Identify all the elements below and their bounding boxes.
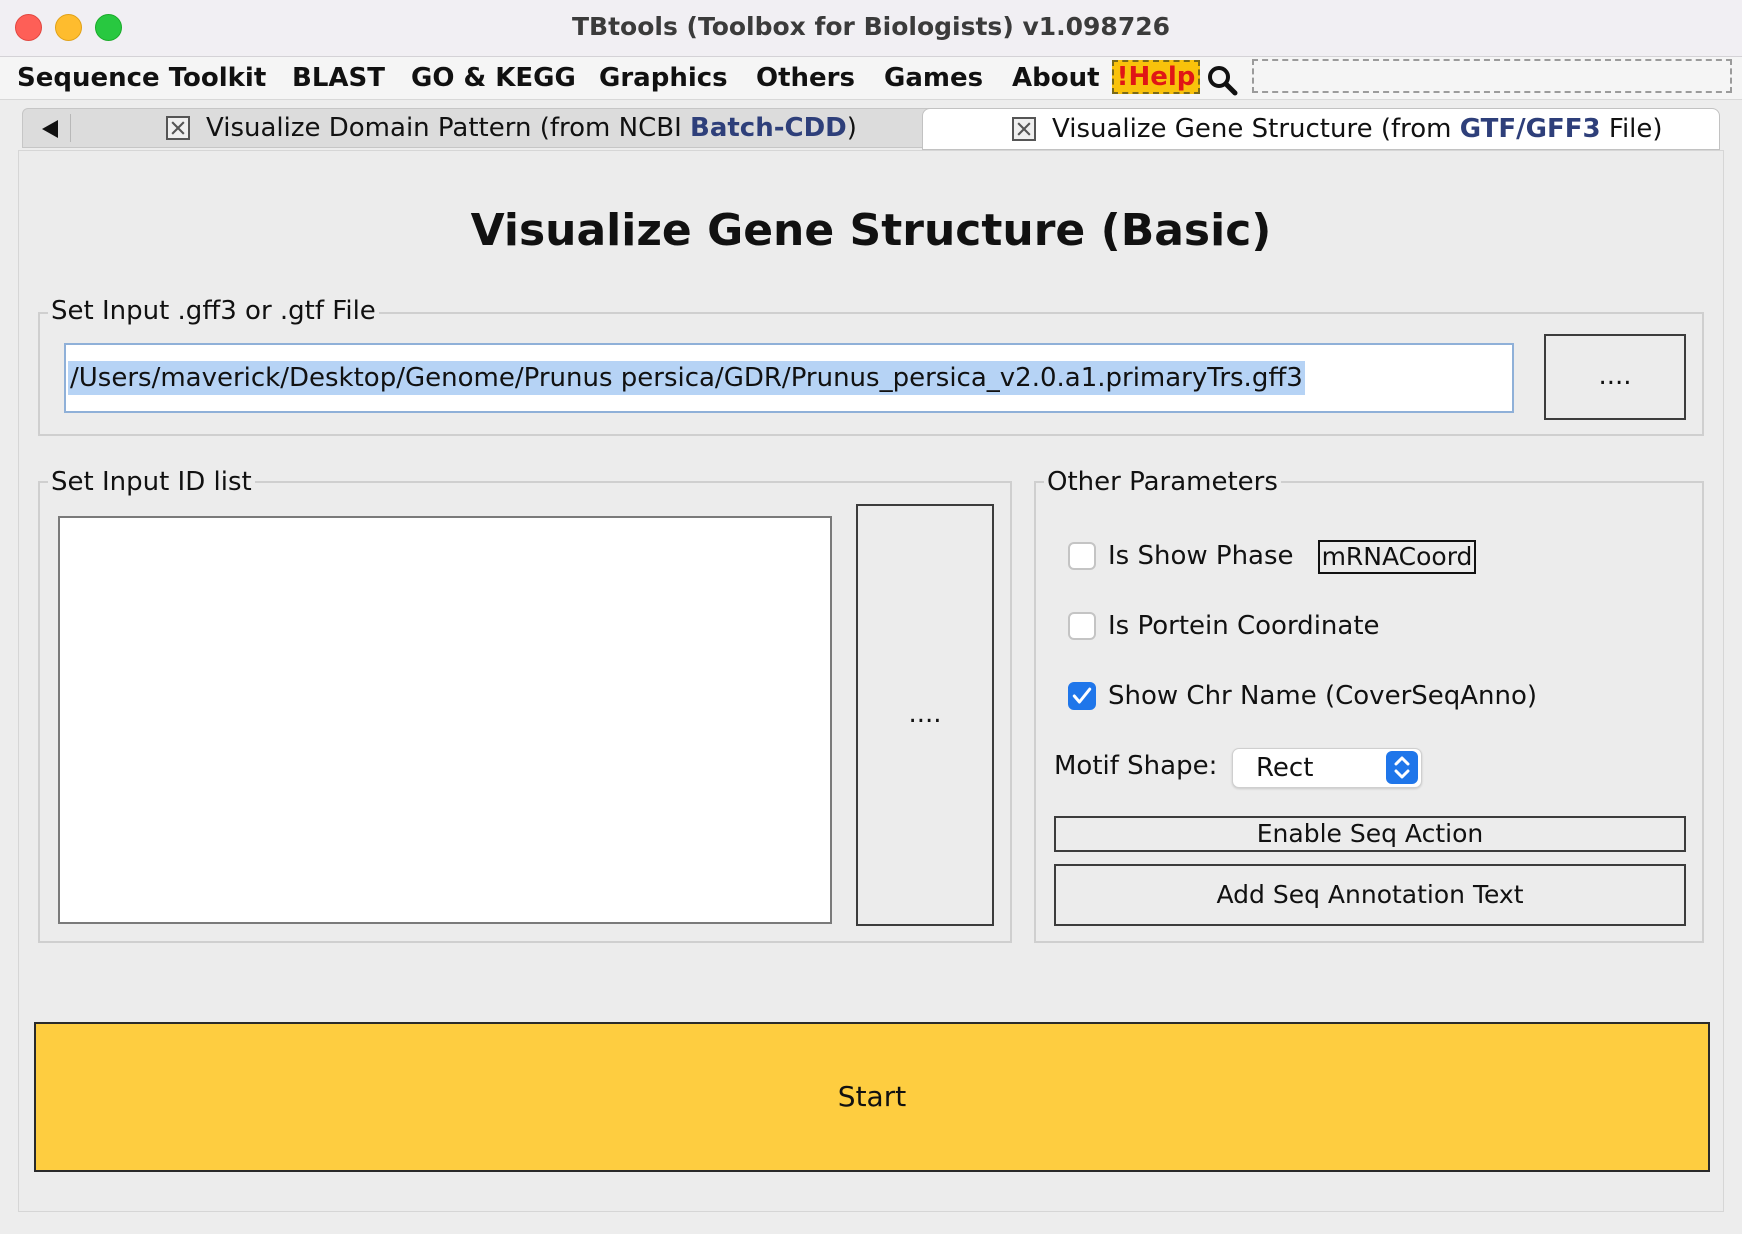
menu-games[interactable]: Games: [884, 57, 983, 99]
id-list-legend: Set Input ID list: [48, 467, 255, 497]
menu-others[interactable]: Others: [756, 57, 855, 99]
show-chr-name-label: Show Chr Name (CoverSeqAnno): [1108, 681, 1538, 711]
motif-shape-label: Motif Shape:: [1054, 751, 1218, 781]
show-chr-name-checkbox[interactable]: [1068, 682, 1096, 710]
start-button[interactable]: Start: [34, 1022, 1710, 1172]
input-file-legend: Set Input .gff3 or .gtf File: [48, 296, 379, 326]
chevron-up-down-icon[interactable]: [1386, 751, 1418, 784]
enable-seq-action-button[interactable]: Enable Seq Action: [1054, 816, 1686, 852]
menu-about[interactable]: About: [1012, 57, 1100, 99]
mrna-coord-field[interactable]: mRNACoord: [1318, 540, 1476, 574]
menu-graphics[interactable]: Graphics: [599, 57, 728, 99]
title-bar: TBtools (Toolbox for Biologists) v1.0987…: [0, 0, 1742, 57]
app-window: TBtools (Toolbox for Biologists) v1.0987…: [0, 0, 1742, 1234]
tab-domain-pattern-label[interactable]: Visualize Domain Pattern (from NCBI Batc…: [206, 108, 857, 148]
window-title: TBtools (Toolbox for Biologists) v1.0987…: [571, 12, 1171, 41]
page-title: Visualize Gene Structure (Basic): [470, 205, 1272, 256]
add-seq-annotation-button[interactable]: Add Seq Annotation Text: [1054, 864, 1686, 926]
motif-shape-value[interactable]: Rect: [1256, 751, 1313, 785]
search-icon[interactable]: [1206, 64, 1238, 96]
tab-close-icon[interactable]: [1012, 117, 1036, 141]
tab-separator: [70, 114, 71, 142]
protein-coordinate-checkbox[interactable]: [1068, 612, 1096, 640]
tab-close-icon[interactable]: [166, 116, 190, 140]
menu-sequence-toolkit[interactable]: Sequence Toolkit: [17, 57, 266, 99]
menu-blast[interactable]: BLAST: [292, 57, 385, 99]
tab-scroll-left-icon[interactable]: [36, 114, 66, 144]
other-parameters-legend: Other Parameters: [1044, 467, 1281, 497]
menu-go-kegg[interactable]: GO & KEGG: [411, 57, 576, 99]
browse-file-button[interactable]: ....: [1544, 334, 1686, 420]
browse-id-list-button[interactable]: ....: [856, 504, 994, 926]
id-list-textarea[interactable]: [58, 516, 832, 924]
tab-gene-structure-label[interactable]: Visualize Gene Structure (from GTF/GFF3 …: [1052, 109, 1663, 149]
input-file-path[interactable]: /Users/maverick/Desktop/Genome/Prunus pe…: [68, 361, 1305, 395]
show-phase-label: Is Show Phase: [1108, 541, 1294, 571]
show-phase-checkbox[interactable]: [1068, 542, 1096, 570]
protein-coordinate-label: Is Portein Coordinate: [1108, 611, 1380, 641]
menu-help[interactable]: !Help: [1112, 60, 1200, 94]
menu-search-field[interactable]: [1252, 59, 1732, 93]
